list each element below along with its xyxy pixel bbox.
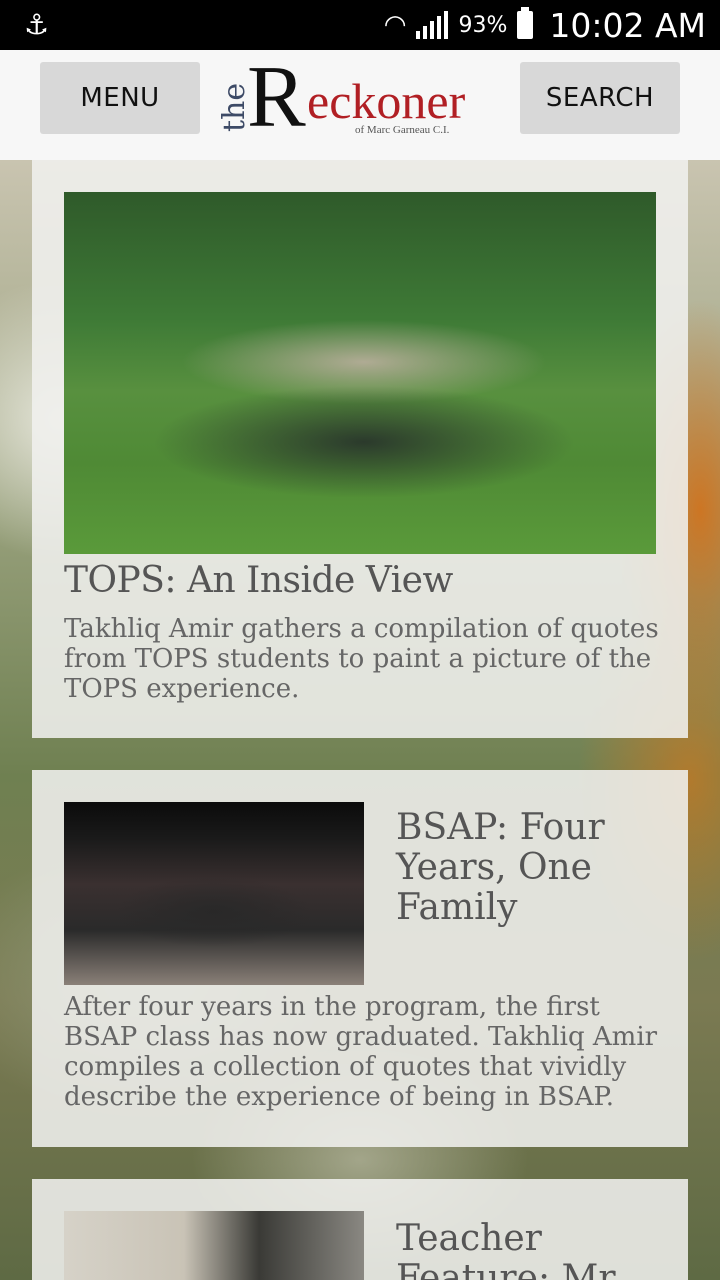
logo-r: R: [247, 49, 306, 146]
article-title[interactable]: BSAP: Four Years, One Family: [396, 808, 656, 928]
article-card[interactable]: TOPS: An Inside View Takhliq Amir gather…: [32, 160, 688, 738]
logo-name: eckoner: [307, 73, 466, 129]
battery-icon: [517, 7, 534, 39]
wifi-icon: ◠: [383, 10, 407, 40]
article-description: Takhliq Amir gathers a compilation of qu…: [64, 614, 659, 704]
status-bar: ⚓ ◠ 93% 10:02 AM: [0, 0, 720, 50]
usb-icon: ⚓: [24, 8, 50, 41]
article-description: After four years in the program, the fir…: [64, 992, 658, 1112]
article-photo[interactable]: [64, 192, 656, 554]
logo-subtitle: of Marc Garneau C.I.: [355, 124, 450, 136]
signal-icon: [416, 11, 449, 39]
article-title[interactable]: Teacher Feature: Mr.: [396, 1219, 656, 1280]
search-button[interactable]: SEARCH: [520, 62, 680, 134]
battery-percent: 93%: [458, 12, 508, 38]
site-logo[interactable]: the R eckoner of Marc Garneau C.I.: [215, 54, 485, 145]
article-card[interactable]: Teacher Feature: Mr.: [32, 1179, 688, 1280]
article-title[interactable]: TOPS: An Inside View: [64, 560, 453, 601]
clock: 10:02 AM: [549, 5, 706, 45]
article-card[interactable]: BSAP: Four Years, One Family After four …: [32, 770, 688, 1147]
menu-button[interactable]: MENU: [40, 62, 200, 134]
article-photo[interactable]: [64, 802, 364, 985]
article-photo[interactable]: [64, 1211, 364, 1280]
app-header: MENU the R eckoner of Marc Garneau C.I. …: [0, 50, 720, 160]
